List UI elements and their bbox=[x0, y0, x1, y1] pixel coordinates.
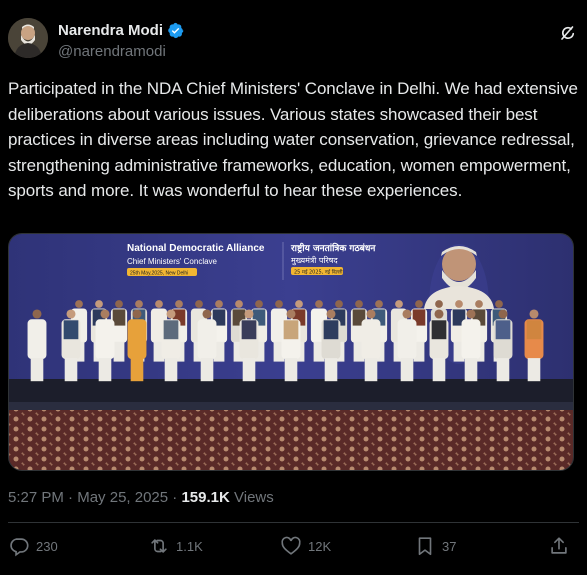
avatar[interactable] bbox=[8, 18, 48, 58]
repost-count: 1.1K bbox=[176, 538, 203, 554]
reply-icon bbox=[10, 538, 29, 557]
grok-icon bbox=[561, 26, 575, 40]
display-name[interactable]: Narendra Modi bbox=[58, 22, 163, 39]
name-row: Narendra Modi bbox=[58, 22, 184, 39]
divider bbox=[8, 522, 579, 523]
like-icon bbox=[281, 536, 301, 555]
repost-icon bbox=[151, 539, 167, 553]
tweet-metadata: 5:27 PM · May 25, 2025 · 159.1K Views bbox=[8, 489, 274, 506]
banner-hindi-subtitle: मुख्यमंत्री परिषद bbox=[291, 255, 338, 266]
banner-title: National Democratic Alliance bbox=[127, 243, 265, 254]
meta-separator-2: · bbox=[168, 489, 182, 506]
banner-hindi-date: 25 मई 2025, नई दिल्ली bbox=[294, 269, 343, 276]
bookmark-count: 37 bbox=[442, 538, 457, 554]
tweet-header: Narendra Modi @narendramodi bbox=[8, 18, 579, 66]
banner-hindi-title: राष्ट्रीय जनतांत्रिक गठबंधन bbox=[290, 242, 376, 254]
views-label: Views bbox=[229, 489, 274, 506]
tweet-text: Participated in the NDA Chief Ministers'… bbox=[8, 79, 578, 200]
group-photo: National Democratic Alliance Chief Minis… bbox=[9, 234, 573, 470]
action-bar: 230 1.1K 12K 37 bbox=[8, 535, 579, 563]
meta-separator: · bbox=[63, 489, 78, 506]
share-icon bbox=[551, 537, 567, 554]
reply-button[interactable]: 230 bbox=[8, 535, 58, 557]
like-count: 12K bbox=[308, 538, 332, 554]
people-group bbox=[27, 300, 544, 382]
reply-count: 230 bbox=[36, 538, 58, 554]
post-time[interactable]: 5:27 PM bbox=[8, 489, 64, 506]
views-count: 159.1K bbox=[181, 489, 230, 506]
post-date[interactable]: May 25, 2025 bbox=[77, 489, 168, 506]
tweet-media-photo[interactable]: National Democratic Alliance Chief Minis… bbox=[8, 233, 574, 471]
bookmark-icon bbox=[418, 537, 432, 556]
share-button[interactable] bbox=[548, 535, 570, 557]
avatar-image bbox=[8, 18, 48, 58]
bookmark-button[interactable]: 37 bbox=[414, 535, 456, 557]
grok-button[interactable] bbox=[557, 22, 579, 44]
banner-subtitle: Chief Ministers' Conclave bbox=[127, 257, 218, 266]
banner-date: 25th May,2025, New Delhi bbox=[130, 271, 188, 277]
repost-button[interactable]: 1.1K bbox=[148, 535, 203, 557]
verified-badge-icon bbox=[168, 22, 184, 39]
handle[interactable]: @narendramodi bbox=[58, 43, 166, 60]
like-button[interactable]: 12K bbox=[280, 535, 331, 557]
